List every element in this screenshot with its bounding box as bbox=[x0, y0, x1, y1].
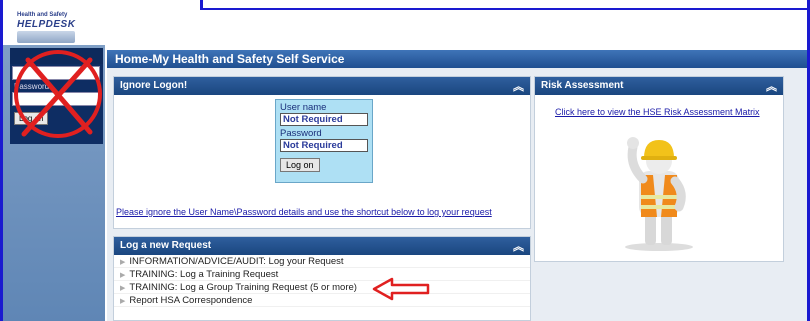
request-item-label: TRAINING: Log a Training Request bbox=[129, 269, 279, 280]
top-header: Health and Safety HELPDESK bbox=[3, 10, 807, 50]
logo-line-1: Health and Safety bbox=[17, 12, 68, 18]
log-request-panel: Log a new Request ︽ ▶ INFORMATION/ADVICE/… bbox=[113, 236, 531, 321]
logo-graphic bbox=[17, 31, 75, 43]
request-item-label: TRAINING: Log a Group Training Request (… bbox=[129, 282, 357, 293]
ignore-logon-header: Ignore Logon! ︽ bbox=[114, 77, 530, 95]
logo-line-2: HELPDESK bbox=[17, 19, 76, 30]
demo-password-label: Password bbox=[280, 128, 322, 139]
ignore-note-link[interactable]: Please ignore the User Name\Password det… bbox=[116, 207, 492, 217]
list-item[interactable]: ▶ TRAINING: Log a Group Training Request … bbox=[114, 281, 530, 294]
triangle-right-icon: ▶ bbox=[120, 285, 126, 292]
risk-assessment-title: Risk Assessment bbox=[541, 80, 624, 91]
demo-login-box: User name Not Required Password Not Requ… bbox=[275, 99, 373, 183]
sidebar-password-input[interactable] bbox=[12, 92, 100, 106]
sidebar-login-box: Password Log on bbox=[10, 64, 103, 144]
triangle-right-icon: ▶ bbox=[120, 272, 126, 279]
risk-matrix-link[interactable]: Click here to view the HSE Risk Assessme… bbox=[555, 107, 760, 117]
sidebar-username-label bbox=[10, 48, 103, 64]
chevron-double-up-icon[interactable]: ︽ bbox=[766, 78, 777, 94]
page-title: Home-My Health and Safety Self Service bbox=[107, 50, 807, 68]
log-request-header: Log a new Request ︽ bbox=[114, 237, 530, 255]
list-item[interactable]: ▶ INFORMATION/ADVICE/AUDIT: Log your Requ… bbox=[114, 255, 530, 268]
helpdesk-logo[interactable]: Health and Safety HELPDESK bbox=[17, 12, 75, 46]
risk-assessment-header: Risk Assessment ︽ bbox=[535, 77, 783, 95]
demo-logon-button[interactable]: Log on bbox=[280, 158, 320, 172]
demo-username-label: User name bbox=[280, 102, 327, 113]
demo-password-field[interactable]: Not Required bbox=[280, 139, 368, 152]
ignore-logon-panel: Ignore Logon! ︽ User name Not Required P… bbox=[113, 76, 531, 229]
demo-username-field[interactable]: Not Required bbox=[280, 113, 368, 126]
request-item-label: INFORMATION/ADVICE/AUDIT: Log your Reque… bbox=[129, 256, 344, 267]
red-arrow-left-icon bbox=[372, 277, 430, 301]
triangle-right-icon: ▶ bbox=[120, 298, 126, 305]
ignore-logon-title: Ignore Logon! bbox=[120, 80, 188, 91]
list-item[interactable]: ▶ TRAINING: Log a Training Request bbox=[114, 268, 530, 281]
log-request-title: Log a new Request bbox=[120, 240, 212, 251]
triangle-right-icon: ▶ bbox=[120, 259, 126, 266]
risk-assessment-panel: Risk Assessment ︽ Click here to view the… bbox=[534, 76, 784, 262]
sidebar-logon-button[interactable]: Log on bbox=[14, 112, 49, 125]
list-item[interactable]: ▶ Report HSA Correspondence bbox=[114, 294, 530, 307]
safety-worker-image bbox=[625, 137, 693, 251]
request-item-label: Report HSA Correspondence bbox=[129, 295, 253, 306]
sidebar-username-input[interactable] bbox=[12, 66, 100, 80]
chevron-double-up-icon[interactable]: ︽ bbox=[513, 78, 524, 94]
chevron-double-up-icon[interactable]: ︽ bbox=[513, 238, 524, 254]
sidebar-password-label: Password bbox=[14, 82, 50, 91]
